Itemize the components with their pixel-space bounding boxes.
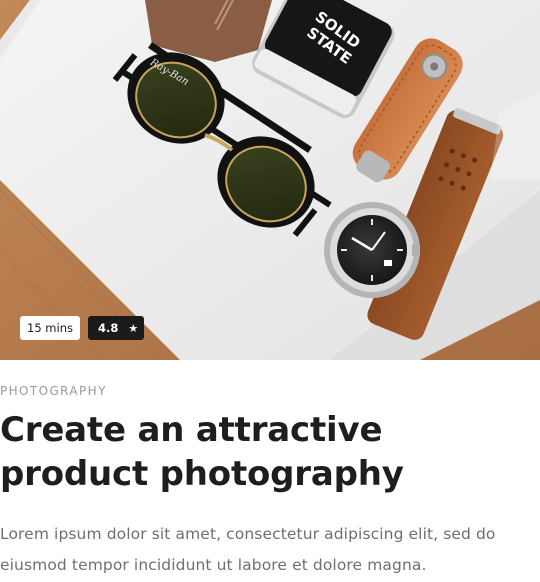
- product-photo: SOLID STATE Ray-Ban 15 mins 4.8 ★: [0, 0, 540, 360]
- star-icon: ★: [128, 321, 139, 335]
- duration-badge: 15 mins: [20, 316, 80, 340]
- rating-badge: 4.8 ★: [88, 316, 144, 340]
- product-photo-graphic: SOLID STATE Ray-Ban: [0, 0, 540, 360]
- rating-value: 4.8: [98, 321, 119, 335]
- course-card[interactable]: SOLID STATE Ray-Ban 15 mins 4.8 ★ PHOTOG…: [0, 0, 540, 582]
- duration-text: 15 mins: [27, 321, 73, 335]
- card-title[interactable]: Create an attractive product photography: [0, 408, 540, 496]
- card-description: Lorem ipsum dolor sit amet, consectetur …: [0, 525, 496, 574]
- category-label: PHOTOGRAPHY: [0, 384, 107, 398]
